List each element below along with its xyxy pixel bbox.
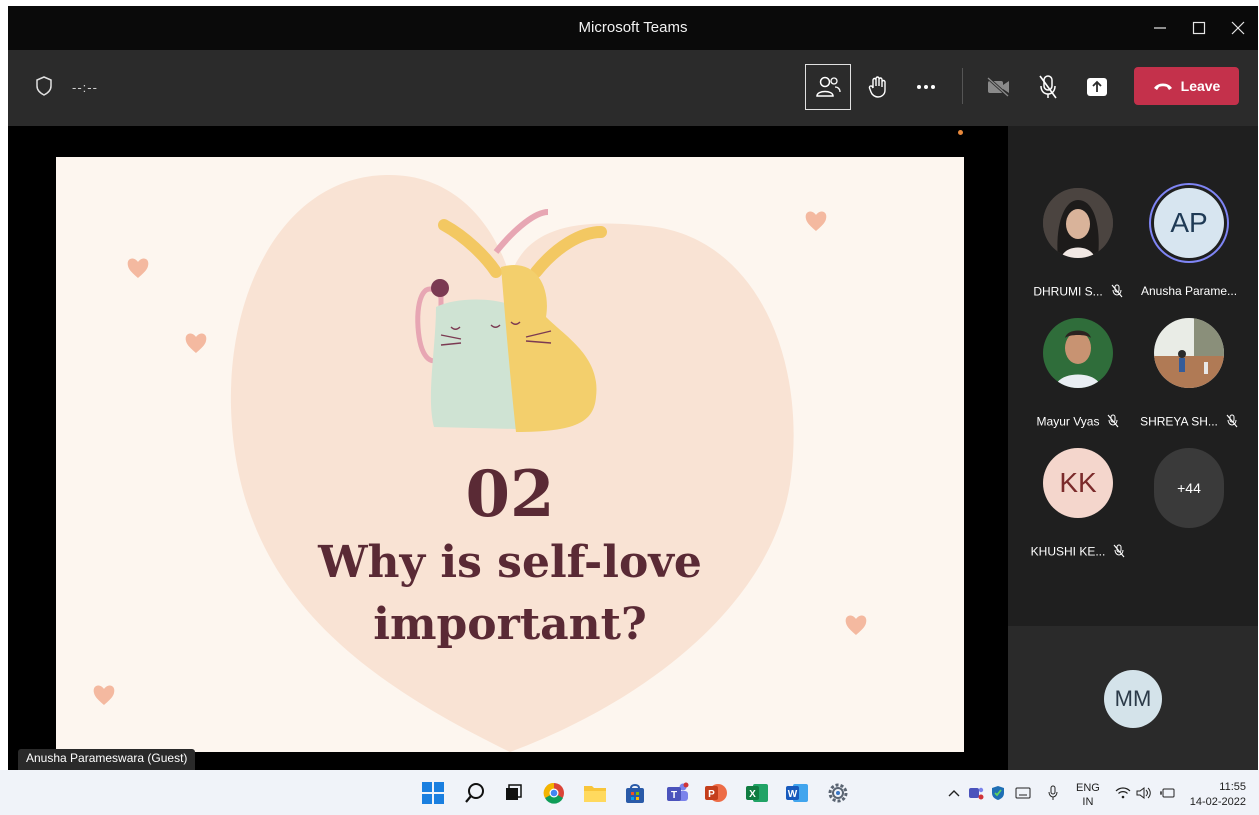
participant-tile[interactable]: KK KHUSHI KE... (1023, 448, 1133, 573)
camera-off-icon (986, 77, 1010, 97)
slide-number: 02 (465, 457, 555, 532)
recording-indicator (958, 130, 963, 135)
slide-title-line-2: important? (373, 599, 647, 650)
participant-photo (1043, 318, 1113, 388)
taskbar: T P X W ENG IN 11:55 14-02-2022 (0, 770, 1259, 815)
settings-icon[interactable] (825, 780, 851, 806)
more-participants-count[interactable]: +44 (1154, 448, 1224, 528)
title-bar: Microsoft Teams (8, 6, 1258, 50)
participant-tile[interactable]: Mayur Vyas (1023, 318, 1133, 443)
security-shield-icon[interactable] (991, 770, 1005, 815)
language-region: IN (1082, 796, 1094, 808)
person-photo-icon (1043, 318, 1113, 388)
self-avatar: MM (1104, 670, 1162, 728)
language-indicator[interactable]: ENG IN (1076, 781, 1100, 809)
mic-off-icon (1111, 284, 1123, 301)
participants-button[interactable] (805, 64, 851, 110)
toolbar-separator (962, 68, 963, 104)
presentation-slide: 02 Why is self-love important? (56, 157, 964, 752)
phone-hangup-icon (1153, 83, 1172, 90)
outdoor-photo-icon (1154, 318, 1224, 388)
meeting-timer: --:-- (72, 80, 98, 95)
svg-text:T: T (671, 790, 677, 801)
wifi-icon[interactable] (1115, 770, 1131, 815)
raise-hand-button[interactable] (855, 64, 901, 110)
more-icon (917, 85, 935, 89)
battery-icon[interactable] (1159, 770, 1175, 815)
more-participants-tile[interactable]: +44 (1134, 448, 1244, 573)
leave-button[interactable]: Leave (1134, 67, 1239, 105)
shield-icon[interactable] (35, 76, 53, 101)
svg-text:P: P (708, 789, 715, 800)
teams-window: Microsoft Teams --:-- Leave 02 Why is se… (8, 6, 1258, 770)
excel-icon[interactable]: X (744, 780, 770, 806)
svg-text:W: W (788, 789, 798, 800)
close-icon (1231, 21, 1245, 35)
participants-gallery: DHRUMI S... AP Anusha Parame... Mayur Vy… (1008, 126, 1258, 626)
volume-icon[interactable] (1136, 770, 1152, 815)
person-photo-icon (1043, 188, 1113, 258)
minimize-icon (1154, 27, 1166, 29)
participant-name: KHUSHI KE... (1013, 544, 1143, 561)
mic-off-icon (1107, 414, 1119, 431)
slide-title-line-1: Why is self-love (318, 537, 702, 588)
mic-off-icon (1226, 414, 1238, 431)
search-icon[interactable] (462, 780, 488, 806)
participant-tile[interactable]: AP Anusha Parame... (1134, 188, 1244, 313)
participant-name: SHREYA SH... (1124, 414, 1254, 431)
participant-tile[interactable]: SHREYA SH... (1134, 318, 1244, 443)
maximize-icon (1192, 21, 1206, 35)
task-view-icon[interactable] (500, 780, 526, 806)
meeting-toolbar: --:-- Leave (8, 50, 1258, 126)
window-title: Microsoft Teams (578, 19, 688, 36)
word-icon[interactable]: W (784, 780, 810, 806)
slide-artwork (93, 174, 867, 752)
share-icon (1087, 78, 1107, 96)
microphone-tray-icon[interactable] (1047, 770, 1059, 815)
leave-label: Leave (1180, 78, 1221, 94)
participant-avatar: KK (1043, 448, 1113, 518)
participant-photo (1043, 188, 1113, 258)
slide-title: Why is self-love important? (56, 532, 964, 656)
participant-name: Anusha Parame... (1140, 284, 1238, 298)
minimize-button[interactable] (1145, 14, 1175, 42)
file-explorer-icon[interactable] (582, 780, 608, 806)
maximize-button[interactable] (1184, 14, 1214, 42)
clock-time: 11:55 (1219, 781, 1246, 793)
participant-avatar: AP (1154, 188, 1224, 258)
hand-icon (868, 76, 886, 98)
chevron-up-icon[interactable] (948, 770, 960, 815)
share-button[interactable] (1074, 64, 1120, 110)
microphone-button[interactable] (1025, 64, 1071, 110)
teams-tray-icon[interactable] (968, 770, 984, 815)
camera-button[interactable] (976, 64, 1022, 110)
close-button[interactable] (1223, 14, 1253, 42)
more-actions-button[interactable] (903, 64, 949, 110)
clock-date: 14-02-2022 (1189, 796, 1246, 808)
mic-off-icon (1113, 544, 1125, 561)
clock[interactable]: 11:55 14-02-2022 (1186, 780, 1246, 810)
windows-start-icon[interactable] (420, 780, 446, 806)
self-view: MM (1008, 626, 1258, 770)
svg-text:X: X (749, 789, 756, 800)
powerpoint-icon[interactable]: P (703, 780, 729, 806)
keyboard-icon[interactable] (1015, 770, 1031, 815)
language-code: ENG (1076, 782, 1100, 794)
people-icon (816, 76, 841, 97)
chrome-icon[interactable] (541, 780, 567, 806)
mic-off-icon (1039, 75, 1057, 99)
participant-tile[interactable]: DHRUMI S... (1023, 188, 1133, 313)
store-icon[interactable] (622, 780, 648, 806)
shared-content-stage: 02 Why is self-love important? Anusha Pa… (8, 126, 1008, 770)
presenter-name-label: Anusha Parameswara (Guest) (18, 749, 196, 770)
teams-icon[interactable]: T (664, 780, 690, 806)
participant-photo (1154, 318, 1224, 388)
